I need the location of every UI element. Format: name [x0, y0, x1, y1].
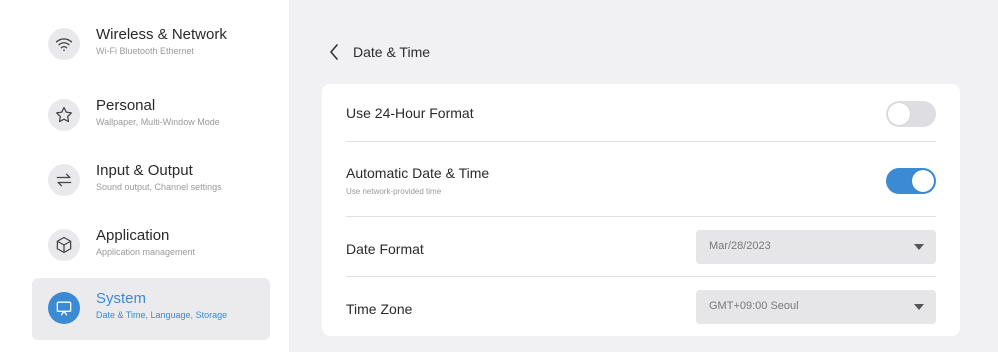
row-24-hour-format: Use 24-Hour Format	[346, 84, 936, 142]
row-subtitle: Use network-provided time	[346, 187, 442, 196]
settings-card: Use 24-Hour Format Automatic Date & Time…	[322, 84, 960, 336]
caret-down-icon	[914, 244, 924, 250]
toggle-automatic-date-time[interactable]	[886, 168, 936, 194]
toggle-24-hour-format[interactable]	[886, 101, 936, 127]
select-value: Mar/28/2023	[709, 240, 771, 252]
time-zone-select[interactable]: GMT+09:00 Seoul	[696, 290, 936, 324]
sidebar-item-title: Input & Output	[96, 162, 193, 179]
monitor-icon	[48, 292, 80, 324]
wifi-icon	[48, 28, 80, 60]
sidebar-item-system[interactable]: System Date & Time, Language, Storage	[32, 278, 270, 340]
row-label: Use 24-Hour Format	[346, 105, 474, 121]
sidebar-item-title: Application	[96, 227, 170, 244]
header: Date & Time	[327, 40, 430, 64]
sidebar-item-subtitle: Wi-Fi Bluetooth Ethernet	[96, 46, 195, 56]
row-label: Automatic Date & Time	[346, 165, 490, 181]
caret-down-icon	[914, 304, 924, 310]
toggle-knob	[888, 103, 910, 125]
sidebar-item-title: Personal	[96, 97, 156, 114]
toggle-knob	[912, 170, 934, 192]
sidebar-item-input-output[interactable]: Input & Output Sound output, Channel set…	[32, 150, 270, 212]
select-value: GMT+09:00 Seoul	[709, 300, 799, 312]
sidebar-item-wireless-network[interactable]: Wireless & Network Wi-Fi Bluetooth Ether…	[32, 14, 270, 76]
row-date-format: Date Format Mar/28/2023	[346, 217, 936, 277]
row-automatic-date-time: Automatic Date & Time Use network-provid…	[346, 142, 936, 217]
chevron-left-icon[interactable]	[327, 42, 341, 62]
star-icon	[48, 99, 80, 131]
swap-arrows-icon	[48, 164, 80, 196]
sidebar-item-subtitle: Sound output, Channel settings	[96, 182, 222, 192]
sidebar-item-application[interactable]: Application Application management	[32, 215, 270, 277]
date-format-select[interactable]: Mar/28/2023	[696, 230, 936, 264]
sidebar-item-personal[interactable]: Personal Wallpaper, Multi-Window Mode	[32, 85, 270, 147]
page-title: Date & Time	[353, 44, 431, 60]
sidebar-item-subtitle: Wallpaper, Multi-Window Mode	[96, 117, 220, 127]
row-label: Date Format	[346, 241, 424, 257]
row-label: Time Zone	[346, 301, 413, 317]
row-time-zone: Time Zone GMT+09:00 Seoul	[346, 277, 936, 336]
cube-icon	[48, 229, 80, 261]
sidebar-item-subtitle: Application management	[96, 247, 196, 257]
sidebar: Wireless & Network Wi-Fi Bluetooth Ether…	[0, 0, 289, 352]
sidebar-item-title: System	[96, 290, 147, 307]
sidebar-item-subtitle: Date & Time, Language, Storage	[96, 310, 228, 320]
sidebar-item-title: Wireless & Network	[96, 26, 227, 43]
